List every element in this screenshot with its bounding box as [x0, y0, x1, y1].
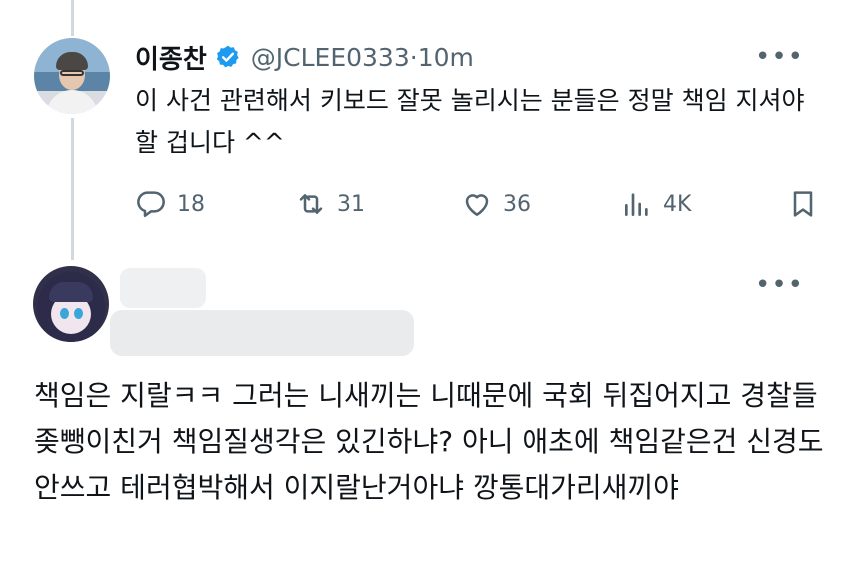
- redacted-display-name: [120, 268, 206, 308]
- tweet-text: 이 사건 관련해서 키보드 잘못 놀리시는 분들은 정말 책임 지셔야 할 겁니…: [135, 86, 805, 157]
- author-handle[interactable]: @JCLEE0333: [251, 43, 410, 72]
- verified-badge-icon: [216, 45, 239, 68]
- tweet-time[interactable]: 10m: [418, 43, 474, 72]
- tweet-header: 이종찬 @JCLEE0333 · 10m: [135, 39, 474, 76]
- separator: ·: [409, 42, 418, 72]
- more-dots-icon[interactable]: •••: [755, 44, 804, 70]
- thread-line: [71, 118, 74, 260]
- reply-text: 책임은 지랄ㅋㅋ 그러는 니새끼는 니때문에 국회 뒤집어지고 경찰들 좆뺑이친…: [34, 379, 824, 504]
- bookmark-icon: [793, 191, 813, 217]
- retweet-button[interactable]: 31: [295, 182, 365, 226]
- view-count: 4K: [663, 191, 692, 217]
- reply-count: 18: [177, 191, 205, 217]
- retweet-count: 31: [337, 191, 365, 217]
- like-button[interactable]: 36: [461, 182, 531, 226]
- reply-author-avatar[interactable]: [33, 266, 109, 342]
- bookmark-button[interactable]: [787, 182, 829, 226]
- more-dots-icon[interactable]: •••: [755, 272, 804, 298]
- reply-button[interactable]: 18: [135, 182, 205, 226]
- tweet-actions: 18 31 36 4K: [135, 182, 825, 226]
- bar-chart-icon: [625, 193, 648, 216]
- redacted-handle: [110, 310, 414, 356]
- author-avatar[interactable]: [34, 38, 110, 114]
- retweet-arrows-icon: [299, 194, 323, 214]
- thread-line-top: [71, 0, 74, 36]
- author-display-name[interactable]: 이종찬: [135, 39, 207, 76]
- heart-icon: [465, 194, 489, 216]
- like-count: 36: [503, 191, 531, 217]
- views-button[interactable]: 4K: [621, 182, 691, 226]
- speech-bubble-icon: [137, 191, 165, 218]
